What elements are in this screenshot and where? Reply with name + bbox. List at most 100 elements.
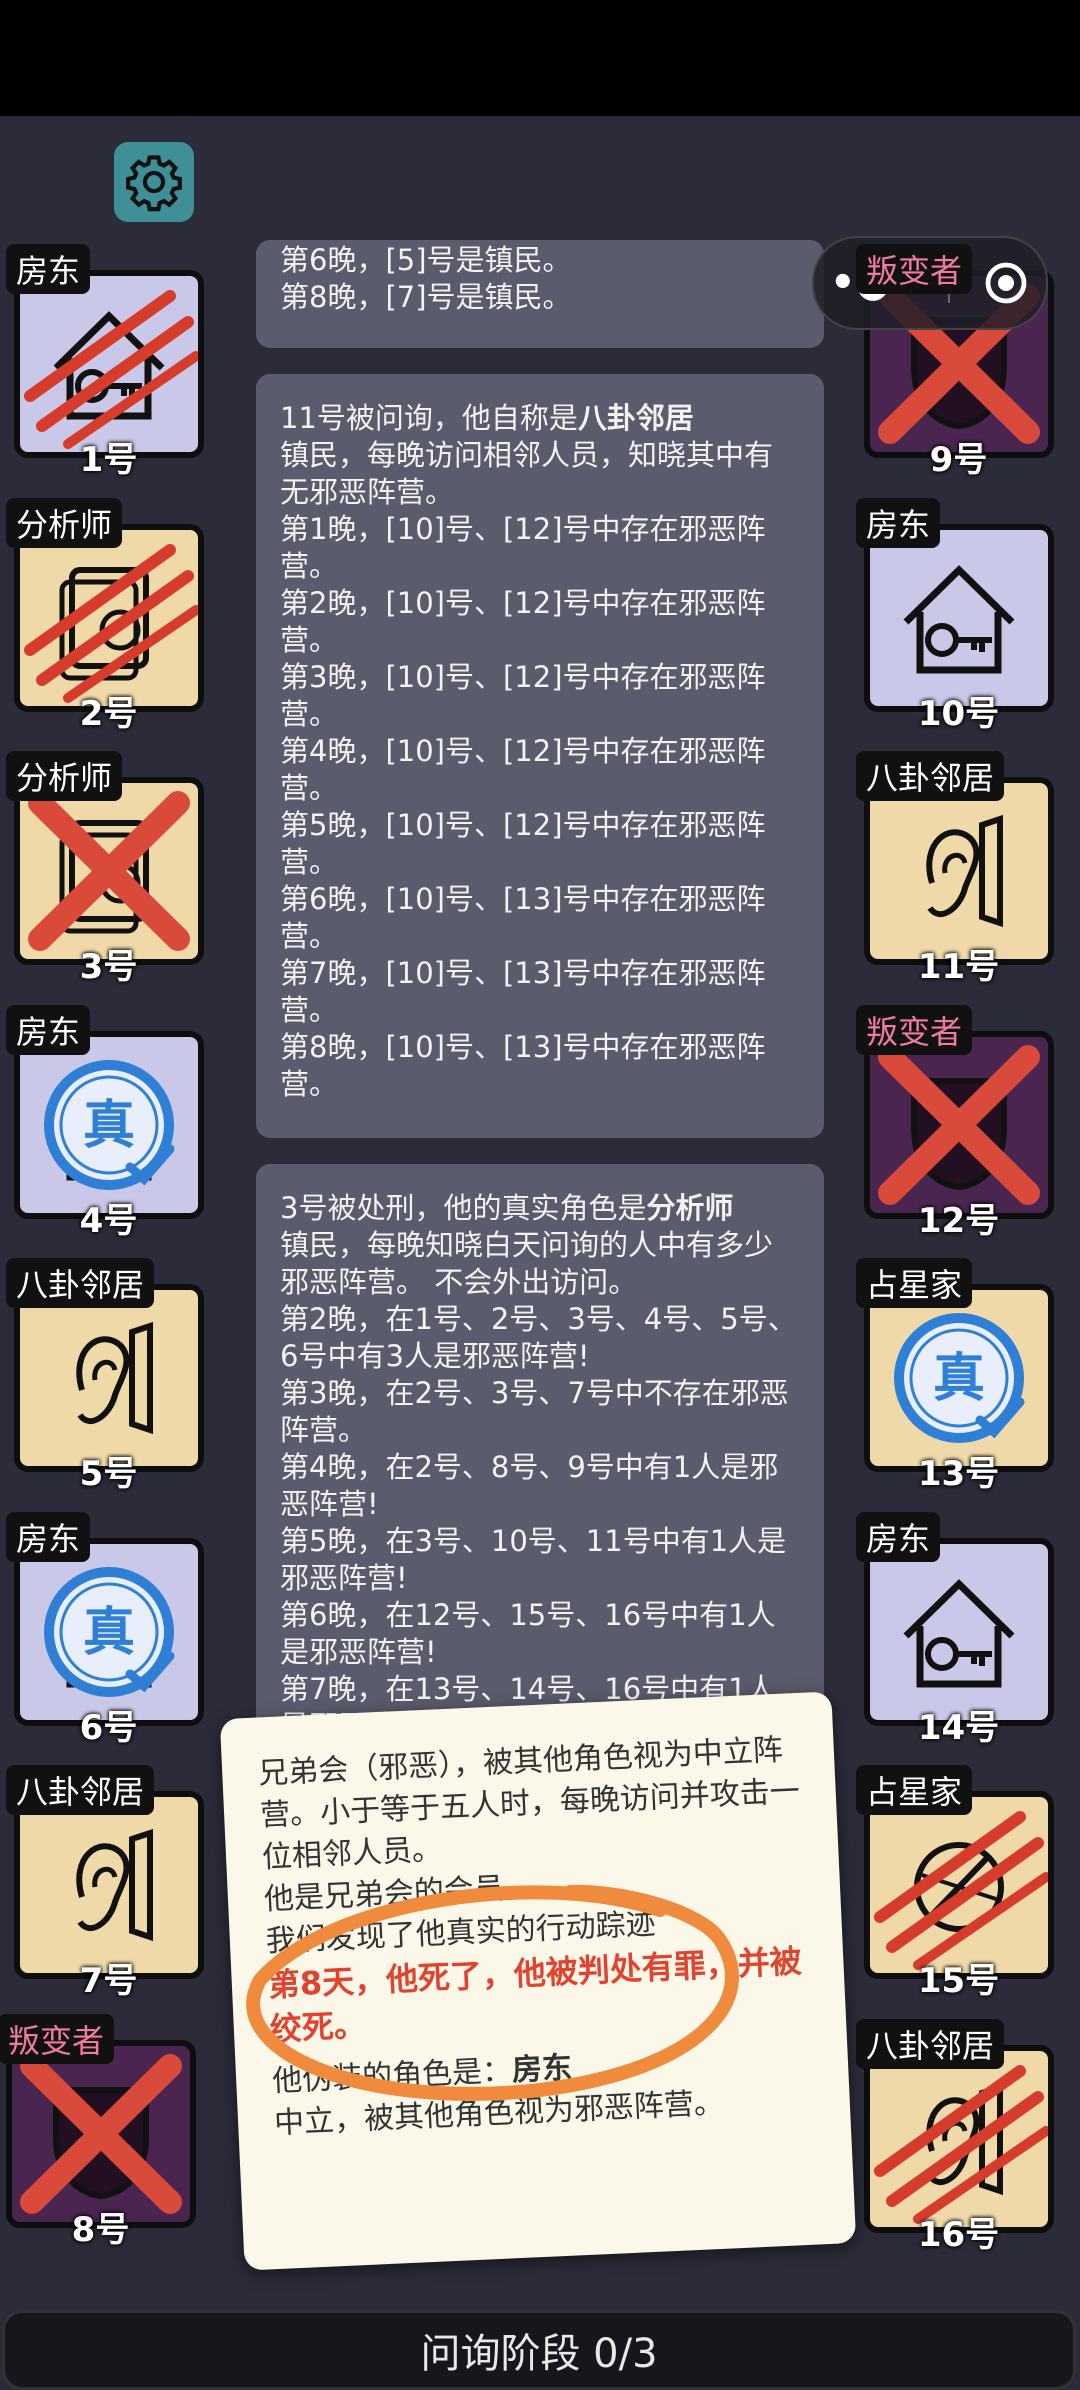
executed-x-icon xyxy=(20,2054,182,2214)
player-tile xyxy=(864,1791,1054,1979)
log-line: 第2晚，[10]号、[12]号中存在邪恶阵营。 xyxy=(280,586,766,657)
house-key-icon xyxy=(903,1578,1015,1687)
log-line: 第1晚，[10]号、[12]号中存在邪恶阵营。 xyxy=(280,512,766,583)
true-badge-icon: 真 xyxy=(44,1059,175,1190)
player-number: 9号 xyxy=(929,440,988,480)
popup-desc: 兄弟会（邪恶），被其他角色视为中立阵营。小于等于五人时，每晚访问并攻击一位相邻人… xyxy=(257,1732,801,1876)
player-tile xyxy=(14,777,204,965)
player-number: 7号 xyxy=(79,1961,138,2001)
dead-scratch-icon xyxy=(874,2064,1048,2224)
log-intro: 3号被处刑，他的真实角色是分析师 xyxy=(280,1191,734,1225)
log-line: 第8晚，[7]号是镇民。 xyxy=(280,280,572,314)
role-description: 镇民，每晚访问相邻人员，知晓其中有无邪恶阵营。 xyxy=(280,438,774,509)
player-card[interactable]: 八卦邻居 11号 xyxy=(856,751,1061,987)
player-number: 10号 xyxy=(917,693,1000,734)
player-tile: 真 xyxy=(14,1537,204,1726)
ear-icon xyxy=(76,1321,153,1435)
role-label: 八卦邻居 xyxy=(856,2018,1005,2069)
player-tile: 真 xyxy=(14,1030,204,1219)
player-tile xyxy=(864,777,1054,965)
executed-x-icon xyxy=(878,1044,1040,1205)
svg-text:真: 真 xyxy=(83,1096,135,1156)
role-label: 房东 xyxy=(6,1004,91,1055)
role-label: 房东 xyxy=(856,497,941,548)
player-number: 13号 xyxy=(917,1454,1000,1494)
house-key-icon xyxy=(903,564,1015,673)
role-label: 叛变者 xyxy=(0,2014,115,2064)
role-label: 八卦邻居 xyxy=(856,751,1005,801)
player-number: 2号 xyxy=(79,693,138,734)
log-line: 第6晚，在12号、15号、16号中有1人是邪恶阵营! xyxy=(280,1598,776,1669)
player-number: 1号 xyxy=(79,440,138,480)
player-tile xyxy=(14,270,204,458)
player-number: 3号 xyxy=(79,947,138,987)
player-number: 5号 xyxy=(79,1454,138,1494)
phase-text: 问询阶段 0/3 xyxy=(420,2331,658,2377)
player-card[interactable]: 真 房东 4号 xyxy=(6,1004,211,1241)
player-card[interactable]: 房东 10号 xyxy=(856,497,1061,734)
player-number: 12号 xyxy=(917,1200,1000,1241)
role-label: 房东 xyxy=(6,244,91,294)
player-number: 4号 xyxy=(79,1200,138,1241)
role-description: 镇民，每晚知晓白天问询的人中有多少邪恶阵营。 不会外出访问。 xyxy=(280,1228,774,1299)
role-label: 房东 xyxy=(856,1511,941,1562)
player-number: 16号 xyxy=(917,2214,1000,2255)
role-label: 占星家 xyxy=(856,1258,973,1308)
log-line: 第8晚，[10]号、[13]号中存在邪恶阵营。 xyxy=(280,1030,766,1101)
executed-x-icon xyxy=(28,791,190,951)
true-badge-icon: 真 xyxy=(44,1566,175,1697)
phase-bar: 问询阶段 0/3 xyxy=(2,2310,1076,2390)
log-intro: 11号被问询，他自称是八卦邻居 xyxy=(280,401,694,435)
log-line: 第3晚，[10]号、[12]号中存在邪恶阵营。 xyxy=(280,660,766,731)
player-tile xyxy=(864,1030,1054,1219)
player-card[interactable]: 占星家 15号 xyxy=(856,1765,1061,2001)
player-card[interactable]: 真 占星家 13号 xyxy=(856,1258,1061,1494)
log-line: 第5晚，在3号、10号、11号中有1人是邪恶阵营! xyxy=(280,1524,787,1595)
target-icon[interactable] xyxy=(982,259,1030,307)
player-card[interactable]: 真 房东 6号 xyxy=(6,1511,211,1748)
player-tile xyxy=(864,1537,1054,1726)
player-card[interactable]: 叛变者 12号 xyxy=(856,1004,1061,1241)
status-bar xyxy=(0,0,1080,116)
true-badge-icon: 真 xyxy=(894,1313,1025,1443)
log-line: 第4晚，[10]号、[12]号中存在邪恶阵营。 xyxy=(280,734,766,805)
svg-text:真: 真 xyxy=(933,1349,985,1409)
role-detail-popup[interactable]: 兄弟会（邪恶），被其他角色视为中立阵营。小于等于五人时，每晚访问并攻击一位相邻人… xyxy=(219,1691,857,2271)
log-line: 第2晚，在1号、2号、3号、4号、5号、6号中有3人是邪恶阵营! xyxy=(280,1302,797,1373)
svg-text:真: 真 xyxy=(83,1603,135,1663)
player-card[interactable]: 分析师 3号 xyxy=(6,751,211,987)
player-tile xyxy=(14,1791,204,1979)
player-card[interactable]: 叛变者 8号 xyxy=(0,2014,203,2250)
player-tile xyxy=(864,2044,1054,2233)
player-card[interactable]: 分析师 2号 xyxy=(6,497,211,734)
settings-button[interactable] xyxy=(114,142,194,222)
log-line: 第7晚，[10]号、[13]号中存在邪恶阵营。 xyxy=(280,956,766,1027)
log-line: 第6晚，[10]号、[13]号中存在邪恶阵营。 xyxy=(280,882,766,953)
role-label: 八卦邻居 xyxy=(6,1765,155,1815)
player-tile xyxy=(14,1284,204,1472)
player-tile xyxy=(14,523,204,712)
player-number: 8号 xyxy=(71,2210,130,2250)
log-line: 第6晚，[5]号是镇民。 xyxy=(280,243,572,277)
log-panel-top: 第6晚，[5]号是镇民。 第8晚，[7]号是镇民。 xyxy=(256,240,824,348)
player-card[interactable]: 八卦邻居 7号 xyxy=(6,1765,211,2001)
dead-scratch-icon xyxy=(874,1811,1048,1970)
player-card[interactable]: 房东 14号 xyxy=(856,1511,1061,1748)
role-label: 房东 xyxy=(6,1511,91,1562)
dead-scratch-icon xyxy=(24,543,198,703)
role-label: 分析师 xyxy=(6,751,123,801)
role-label: 分析师 xyxy=(6,497,123,548)
role-label: 占星家 xyxy=(856,1765,973,1815)
player-number: 15号 xyxy=(917,1961,1000,2001)
player-card[interactable]: 八卦邻居 5号 xyxy=(6,1258,211,1494)
player-card[interactable]: 八卦邻居 16号 xyxy=(856,2018,1061,2255)
log-panel-neighbor: 11号被问询，他自称是八卦邻居 镇民，每晚访问相邻人员，知晓其中有无邪恶阵营。 … xyxy=(256,374,824,1138)
gear-icon xyxy=(126,155,182,212)
dead-scratch-icon xyxy=(24,290,198,449)
player-card[interactable]: 房东 1号 xyxy=(6,244,211,480)
role-label: 叛变者 xyxy=(856,1004,973,1055)
player-tile xyxy=(6,2040,196,2228)
log-line: 第5晚，[10]号、[12]号中存在邪恶阵营。 xyxy=(280,808,766,879)
ear-icon xyxy=(76,1828,153,1942)
role-label: 叛变者 xyxy=(856,244,973,294)
